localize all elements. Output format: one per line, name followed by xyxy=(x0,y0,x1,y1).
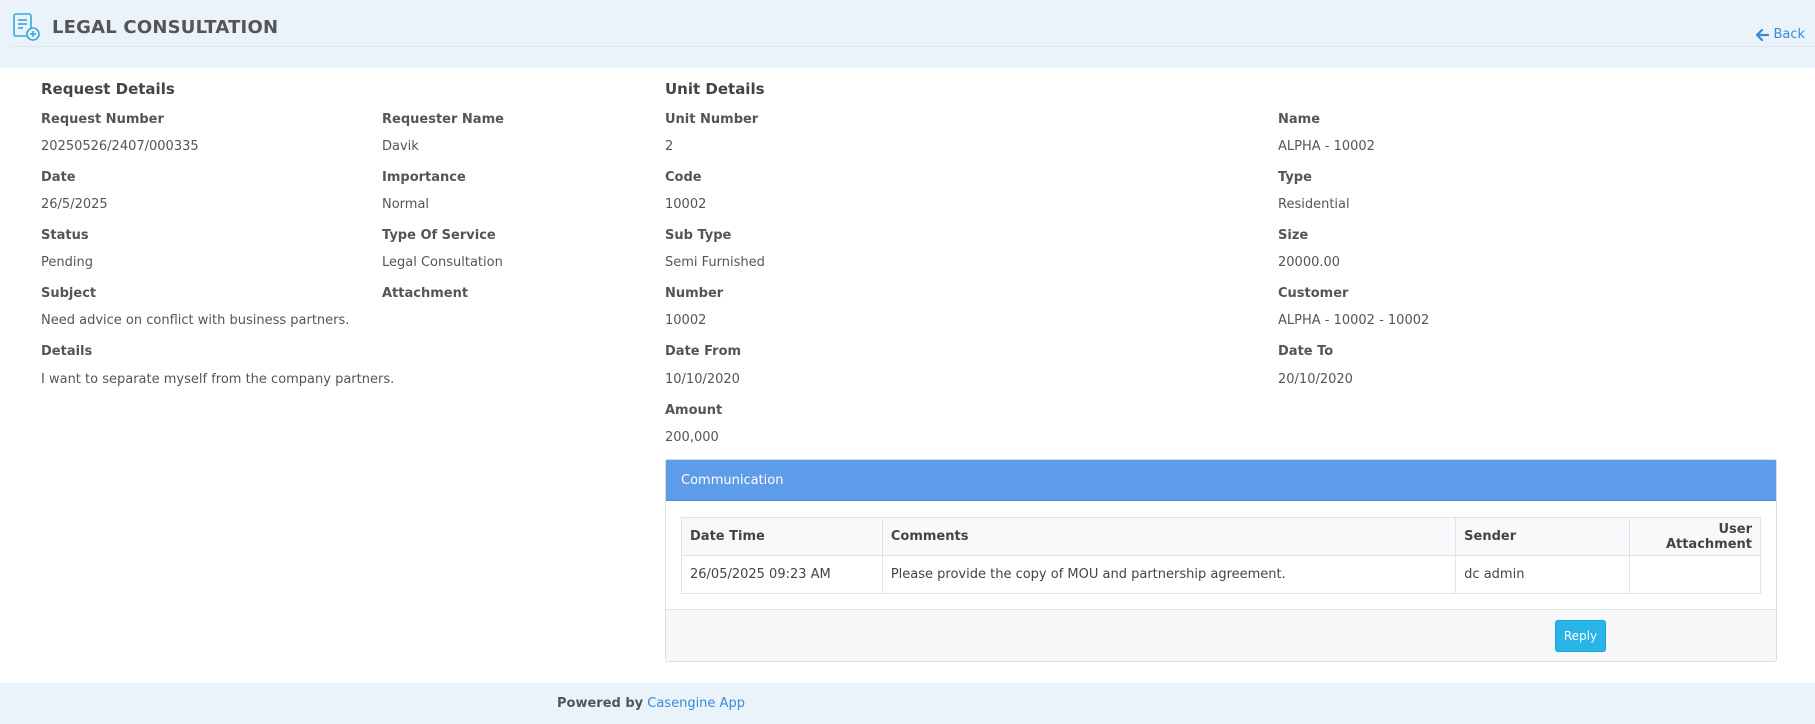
status-label: Status xyxy=(41,228,89,243)
cell-sender: dc admin xyxy=(1455,555,1631,594)
page-title: LEGAL CONSULTATION xyxy=(52,17,279,38)
unit-number-label: Unit Number xyxy=(665,112,759,127)
header-divider xyxy=(10,46,1815,47)
date-to-label: Date To xyxy=(1278,344,1334,359)
request-number-label: Request Number xyxy=(41,112,164,127)
column-header-user-attachment: User Attachment xyxy=(1629,517,1761,556)
communication-panel: Communication Date Time Comments Sender … xyxy=(665,459,1777,662)
unit-details-title: Unit Details xyxy=(665,80,765,98)
sub-type-label: Sub Type xyxy=(665,228,732,243)
page-header: LEGAL CONSULTATION Back xyxy=(0,0,1815,68)
sub-type-value: Semi Furnished xyxy=(665,255,765,270)
arrow-left-icon xyxy=(1756,28,1770,41)
type-of-service-label: Type Of Service xyxy=(382,228,496,243)
cell-user-attachment xyxy=(1629,555,1761,594)
customer-value: ALPHA - 10002 - 10002 xyxy=(1278,313,1430,328)
column-header-date-time: Date Time xyxy=(681,517,883,556)
date-to-value: 20/10/2020 xyxy=(1278,372,1353,387)
name-value: ALPHA - 10002 xyxy=(1278,139,1375,154)
requester-name-label: Requester Name xyxy=(382,112,504,127)
request-details-title: Request Details xyxy=(41,80,175,98)
cell-comments: Please provide the copy of MOU and partn… xyxy=(881,555,1457,594)
amount-label: Amount xyxy=(665,403,723,418)
type-value: Residential xyxy=(1278,197,1350,212)
importance-value: Normal xyxy=(382,197,430,212)
date-from-value: 10/10/2020 xyxy=(665,372,740,387)
request-number-value: 20250526/2407/000335 xyxy=(41,139,199,154)
communication-table: Date Time Comments Sender User Attachmen… xyxy=(681,517,1761,594)
cell-date-time: 26/05/2025 09:23 AM xyxy=(681,555,883,594)
back-link[interactable]: Back xyxy=(1756,27,1805,42)
powered-by-label: Powered by xyxy=(557,696,644,711)
subject-value: Need advice on conflict with business pa… xyxy=(41,313,350,328)
size-label: Size xyxy=(1278,228,1309,243)
details-value: I want to separate myself from the compa… xyxy=(41,372,395,387)
amount-value: 200,000 xyxy=(665,430,719,445)
document-add-icon xyxy=(13,13,40,41)
date-value: 26/5/2025 xyxy=(41,197,108,212)
reply-button[interactable]: Reply xyxy=(1555,620,1606,652)
status-value: Pending xyxy=(41,255,93,270)
importance-label: Importance xyxy=(382,170,466,185)
date-from-label: Date From xyxy=(665,344,742,359)
column-header-comments: Comments xyxy=(881,517,1457,556)
table-header-row: Date Time Comments Sender User Attachmen… xyxy=(681,517,1761,556)
page-footer: Powered by Casengine App xyxy=(0,683,1815,724)
subject-label: Subject xyxy=(41,286,97,301)
column-header-sender: Sender xyxy=(1455,517,1631,556)
name-label: Name xyxy=(1278,112,1321,127)
footer-text: Powered by Casengine App xyxy=(557,696,745,711)
size-value: 20000.00 xyxy=(1278,255,1341,270)
requester-name-value: Davik xyxy=(382,139,419,154)
code-label: Code xyxy=(665,170,702,185)
communication-footer: Reply xyxy=(666,609,1776,661)
customer-label: Customer xyxy=(1278,286,1349,301)
number-label: Number xyxy=(665,286,724,301)
communication-header: Communication xyxy=(666,460,1776,501)
type-of-service-value: Legal Consultation xyxy=(382,255,503,270)
attachment-label: Attachment xyxy=(382,286,469,301)
number-value: 10002 xyxy=(665,313,707,328)
type-label: Type xyxy=(1278,170,1312,185)
casengine-app-link[interactable]: Casengine App xyxy=(647,696,745,711)
details-label: Details xyxy=(41,344,93,359)
date-label: Date xyxy=(41,170,76,185)
unit-number-value: 2 xyxy=(665,139,674,154)
back-label: Back xyxy=(1773,27,1805,42)
table-row: 26/05/2025 09:23 AM Please provide the c… xyxy=(681,555,1761,594)
code-value: 10002 xyxy=(665,197,707,212)
